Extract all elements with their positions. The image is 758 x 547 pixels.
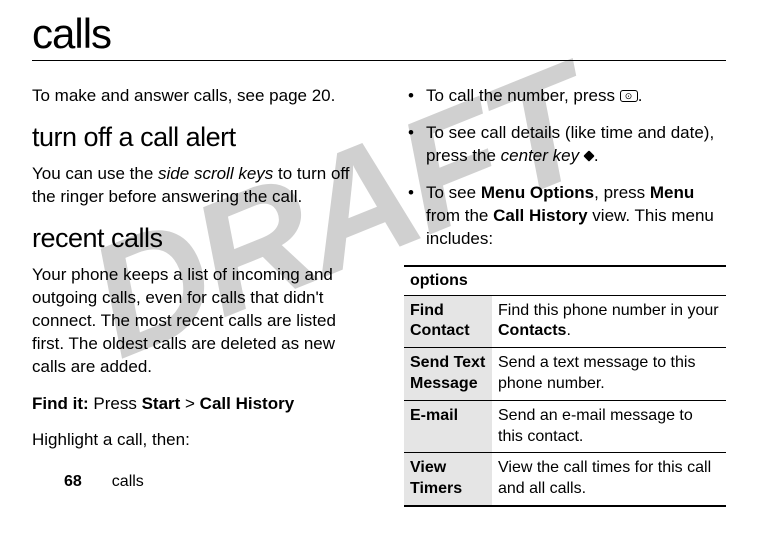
menu-softkey: Menu — [650, 183, 694, 202]
start-softkey: Start — [142, 394, 181, 413]
two-column-layout: To make and answer calls, see page 20. t… — [32, 85, 726, 507]
text: Press — [89, 394, 142, 413]
center-key-icon — [583, 150, 594, 161]
contacts-term: Contacts — [498, 322, 566, 339]
option-name: Send Text Message — [404, 348, 492, 401]
turn-off-paragraph: You can use the side scroll keys to turn… — [32, 163, 372, 209]
option-name: View Timers — [404, 453, 492, 506]
bullet-call-number: To call the number, press . — [404, 85, 726, 108]
text: , press — [594, 183, 650, 202]
find-it-label: Find it: — [32, 394, 89, 413]
table-row: E-mail Send an e-mail message to this co… — [404, 400, 726, 453]
highlight-line: Highlight a call, then: — [32, 429, 372, 452]
page-footer: 68 calls — [64, 473, 144, 491]
recent-calls-paragraph: Your phone keeps a list of incoming and … — [32, 264, 372, 379]
bullet-list: To call the number, press . To see call … — [404, 85, 726, 251]
option-desc: View the call times for this call and al… — [492, 453, 726, 506]
options-header: options — [404, 266, 726, 296]
table-row: Send Text Message Send a text message to… — [404, 348, 726, 401]
center-key-term: center key — [501, 146, 579, 165]
text: You can use the — [32, 164, 158, 183]
text: . — [566, 322, 570, 339]
section-recent-calls: recent calls — [32, 223, 372, 254]
bullet-call-details: To see call details (like time and date)… — [404, 122, 726, 168]
right-column: To call the number, press . To see call … — [404, 85, 726, 507]
text: from the — [426, 206, 493, 225]
table-row: View Timers View the call times for this… — [404, 453, 726, 506]
table-row: Find Contact Find this phone number in y… — [404, 295, 726, 348]
text: . — [638, 86, 643, 105]
section-turn-off-alert: turn off a call alert — [32, 122, 372, 153]
intro-paragraph: To make and answer calls, see page 20. — [32, 85, 372, 108]
options-table: options Find Contact Find this phone num… — [404, 265, 726, 507]
page-content: calls To make and answer calls, see page… — [32, 10, 726, 507]
call-history-menu: Call History — [200, 394, 294, 413]
table-header-row: options — [404, 266, 726, 296]
page-title: calls — [32, 10, 726, 61]
bullet-menu-options: To see Menu Options, press Menu from the… — [404, 182, 726, 251]
text: Find this phone number in your — [498, 302, 719, 319]
call-key-icon — [620, 90, 638, 102]
option-name: E-mail — [404, 400, 492, 453]
call-history-view: Call History — [493, 206, 587, 225]
footer-section: calls — [112, 473, 144, 490]
page-number: 68 — [64, 473, 82, 490]
text: To see — [426, 183, 481, 202]
menu-options-term: Menu Options — [481, 183, 594, 202]
option-desc: Find this phone number in your Contacts. — [492, 295, 726, 348]
text: To call the number, press — [426, 86, 620, 105]
option-desc: Send a text message to this phone number… — [492, 348, 726, 401]
option-desc: Send an e-mail message to this contact. — [492, 400, 726, 453]
find-it-line: Find it: Press Start > Call History — [32, 393, 372, 416]
side-scroll-keys-term: side scroll keys — [158, 164, 273, 183]
left-column: To make and answer calls, see page 20. t… — [32, 85, 372, 507]
option-name: Find Contact — [404, 295, 492, 348]
text: > — [180, 394, 199, 413]
